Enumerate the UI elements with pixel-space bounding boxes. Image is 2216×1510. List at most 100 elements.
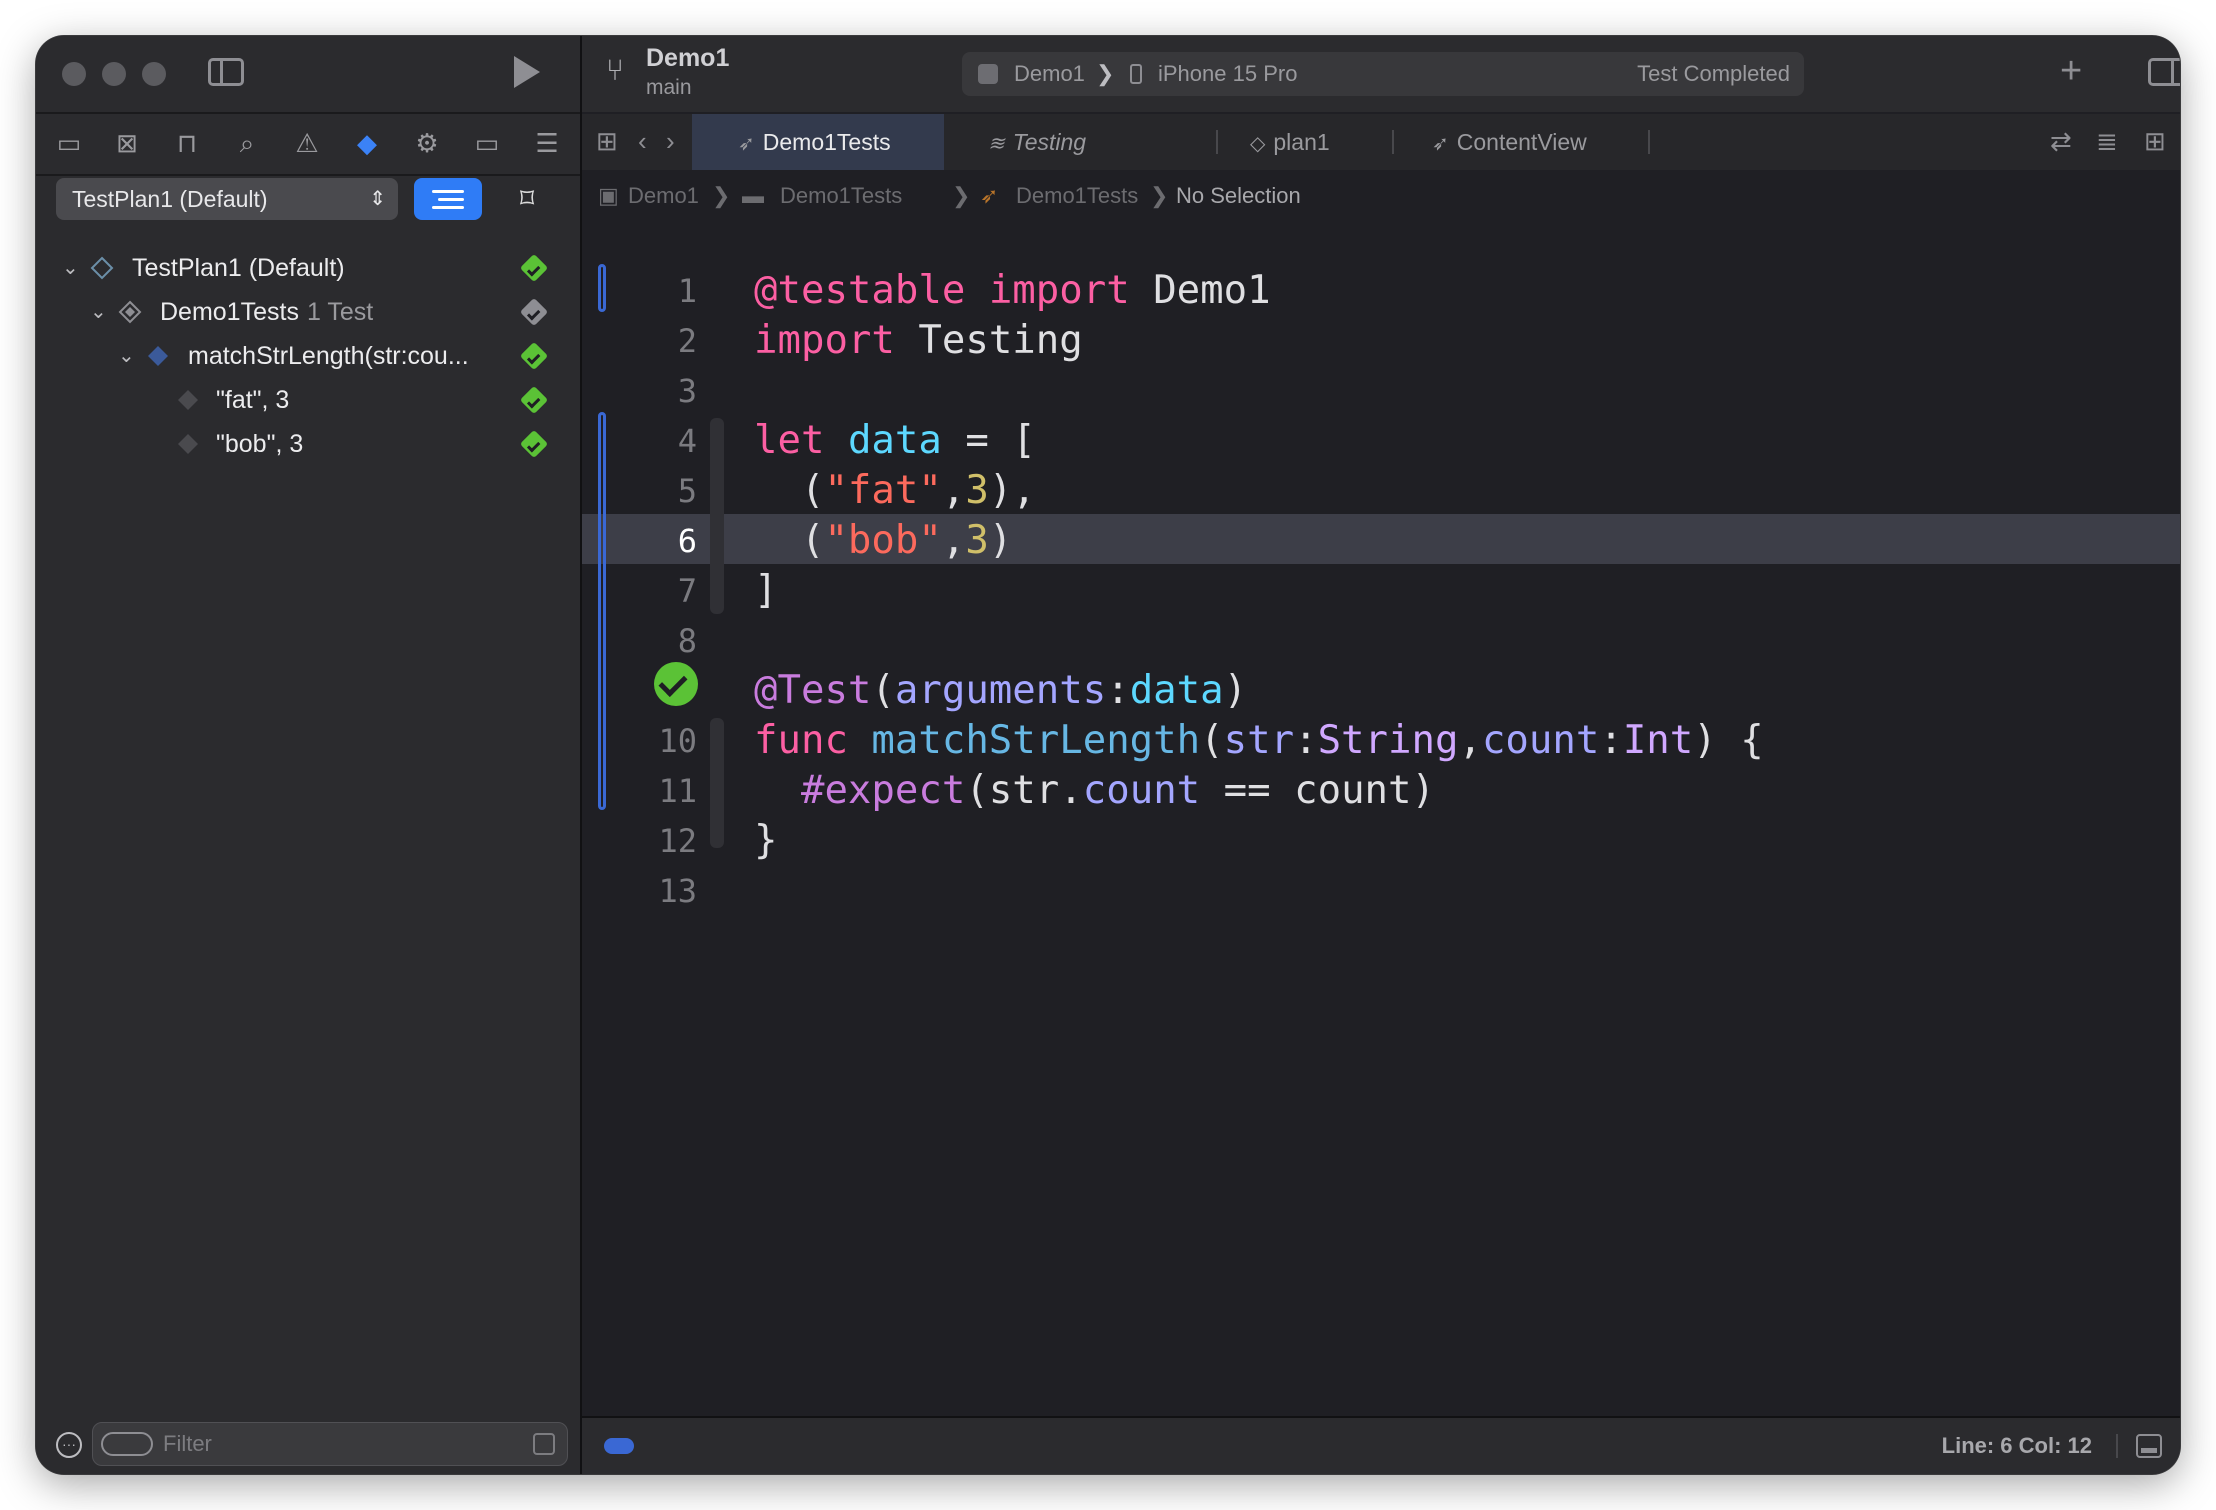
code-line[interactable]: #expect(str.count == count) xyxy=(754,766,1435,816)
jumpbar-item[interactable]: Demo1 xyxy=(628,172,699,220)
tree-label: "fat", 3 xyxy=(216,386,290,414)
code-token: str xyxy=(1223,718,1295,763)
code-token: func xyxy=(754,718,848,763)
line-number: 11 xyxy=(658,772,697,810)
code-line[interactable]: func matchStrLength(str:String,count:Int… xyxy=(754,716,1764,766)
line-number: 3 xyxy=(677,372,697,410)
filter-input[interactable]: Filter xyxy=(163,1423,212,1465)
passed-icon xyxy=(519,385,549,415)
code-token: 3 xyxy=(965,468,989,513)
project-name[interactable]: Demo1 xyxy=(646,44,729,73)
tab-demo1tests[interactable]: ➶ Demo1Tests xyxy=(692,114,944,170)
tab-separator xyxy=(1648,130,1650,154)
code-token: String xyxy=(1317,718,1459,763)
tab-content: ◇ plan1 xyxy=(1250,114,1330,172)
inspector-toggle-icon[interactable] xyxy=(2148,58,2180,86)
swap-icon[interactable]: ⇄ xyxy=(2050,126,2072,157)
adjust-editor-icon[interactable]: ≣ xyxy=(2096,126,2118,157)
breakpoint-icon[interactable]: ▭ xyxy=(472,128,502,158)
tree-label: TestPlan1 (Default) xyxy=(132,254,345,282)
more-options-icon[interactable]: ··· xyxy=(56,1432,82,1458)
source-editor[interactable]: 1 2 3 4 5 6 7 8 10 11 12 13 @testable im… xyxy=(582,222,2180,1414)
folder-icon[interactable]: ▭ xyxy=(54,128,84,158)
sidebar-toggle-icon[interactable] xyxy=(208,58,244,86)
debug-icon[interactable]: ⚙ xyxy=(412,128,442,158)
code-token: ) xyxy=(1693,718,1717,763)
back-icon[interactable]: ‹ xyxy=(638,126,647,157)
jump-bar: ▣ Demo1 ❯ ▬ Demo1Tests ❯ ➶ Demo1Tests ❯ … xyxy=(582,172,2180,220)
status-text: Test Completed xyxy=(1637,61,1790,86)
code-token: count xyxy=(1082,768,1201,813)
fold-ribbon[interactable] xyxy=(710,418,724,614)
tag-icon[interactable]: ⌑ xyxy=(508,180,546,218)
test-navigator-icon[interactable]: ◆ xyxy=(352,128,382,158)
tree-row-test-plan[interactable]: ⌄ TestPlan1 (Default) xyxy=(36,246,580,290)
test-plan-select[interactable]: TestPlan1 (Default) ⇕ xyxy=(56,178,398,220)
code-token: count xyxy=(1481,718,1600,763)
tree-row-test-target[interactable]: ⌄ Demo1Tests 1 Test xyxy=(36,290,580,334)
code-line[interactable]: } xyxy=(754,816,777,866)
code-token: , xyxy=(941,468,966,513)
run-button[interactable] xyxy=(514,56,540,88)
bookmark-icon[interactable]: ⊓ xyxy=(172,128,202,158)
close-window-button[interactable] xyxy=(62,62,86,86)
app-icon xyxy=(978,64,998,84)
jumpbar-item[interactable]: No Selection xyxy=(1176,172,1301,220)
navigator-sidebar: ▭ ⊠ ⊓ ⌕ ⚠ ◆ ⚙ ▭ ☰ TestPlan1 (Default) ⇕ … xyxy=(36,36,580,1474)
jumpbar-item[interactable]: Demo1Tests xyxy=(1016,172,1138,220)
minimize-window-button[interactable] xyxy=(102,62,126,86)
zoom-window-button[interactable] xyxy=(142,62,166,86)
grid-icon[interactable]: ⊞ xyxy=(596,126,618,157)
filter-options-icon[interactable] xyxy=(101,1432,153,1456)
fold-ribbon[interactable] xyxy=(710,718,724,848)
code-token: : xyxy=(1599,718,1623,763)
filter-field[interactable]: Filter xyxy=(92,1422,568,1466)
source-control-icon[interactable]: ⊠ xyxy=(112,128,142,158)
disclosure-chevron-icon[interactable]: ⌄ xyxy=(62,246,79,290)
debug-area-indicator[interactable] xyxy=(604,1438,634,1454)
tree-row-argument[interactable]: "bob", 3 xyxy=(36,422,580,466)
code-line[interactable]: @Test(arguments:data) xyxy=(754,666,1247,716)
device-label[interactable]: iPhone 15 Pro xyxy=(1158,52,1297,96)
checkbox-icon[interactable] xyxy=(533,1433,555,1455)
test-passed-run-icon[interactable] xyxy=(654,662,698,706)
code-line[interactable]: ] xyxy=(754,566,777,616)
add-icon[interactable]: + xyxy=(2060,50,2082,93)
code-token: ) xyxy=(988,518,1013,563)
passed-icon xyxy=(519,253,549,283)
scheme-label[interactable]: Demo1 xyxy=(1014,52,1085,96)
code-line[interactable]: ("fat",3), xyxy=(754,466,1036,516)
tab-contentview[interactable]: ➶ ContentView xyxy=(1394,114,1594,170)
add-editor-icon[interactable]: ⊞ xyxy=(2144,126,2166,157)
test-function-icon xyxy=(148,346,168,366)
disclosure-chevron-icon[interactable]: ⌄ xyxy=(118,334,135,378)
jumpbar-item[interactable]: Demo1Tests xyxy=(780,172,902,220)
list-filter-button[interactable] xyxy=(414,178,482,220)
argument-icon xyxy=(178,390,198,410)
code-token: Int xyxy=(1622,718,1694,763)
code-token: ( xyxy=(965,768,989,813)
branch-name[interactable]: main xyxy=(646,76,692,100)
code-token: ( xyxy=(800,468,825,513)
debug-area-toggle-icon[interactable] xyxy=(2136,1434,2162,1458)
tab-testing[interactable]: ≋ Testing xyxy=(944,114,1144,170)
code-token: let xyxy=(754,418,825,463)
tree-row-test-function[interactable]: ⌄ matchStrLength(str:cou... xyxy=(36,334,580,378)
list-icon xyxy=(432,206,464,209)
tab-plan1[interactable]: ◇ plan1 xyxy=(1218,114,1388,170)
search-icon[interactable]: ⌕ xyxy=(232,128,262,158)
code-token: : xyxy=(1294,718,1318,763)
forward-icon[interactable]: › xyxy=(666,126,675,157)
tree-row-argument[interactable]: "fat", 3 xyxy=(36,378,580,422)
disclosure-chevron-icon[interactable]: ⌄ xyxy=(90,290,107,334)
tab-label: Demo1Tests xyxy=(762,129,891,155)
report-icon[interactable]: ☰ xyxy=(532,128,562,158)
code-line[interactable]: @testable import Demo1 xyxy=(754,266,1271,316)
chevron-right-icon: ❯ xyxy=(1096,61,1115,86)
code-line[interactable]: let data = [ xyxy=(754,416,1036,466)
list-icon xyxy=(438,198,464,201)
code-line[interactable]: import Testing xyxy=(754,316,1083,366)
warning-icon[interactable]: ⚠ xyxy=(292,128,322,158)
activity-view[interactable]: Demo1 ❯ iPhone 15 Pro Test Completed xyxy=(962,52,1804,96)
code-line[interactable]: ("bob",3) xyxy=(754,516,1012,566)
